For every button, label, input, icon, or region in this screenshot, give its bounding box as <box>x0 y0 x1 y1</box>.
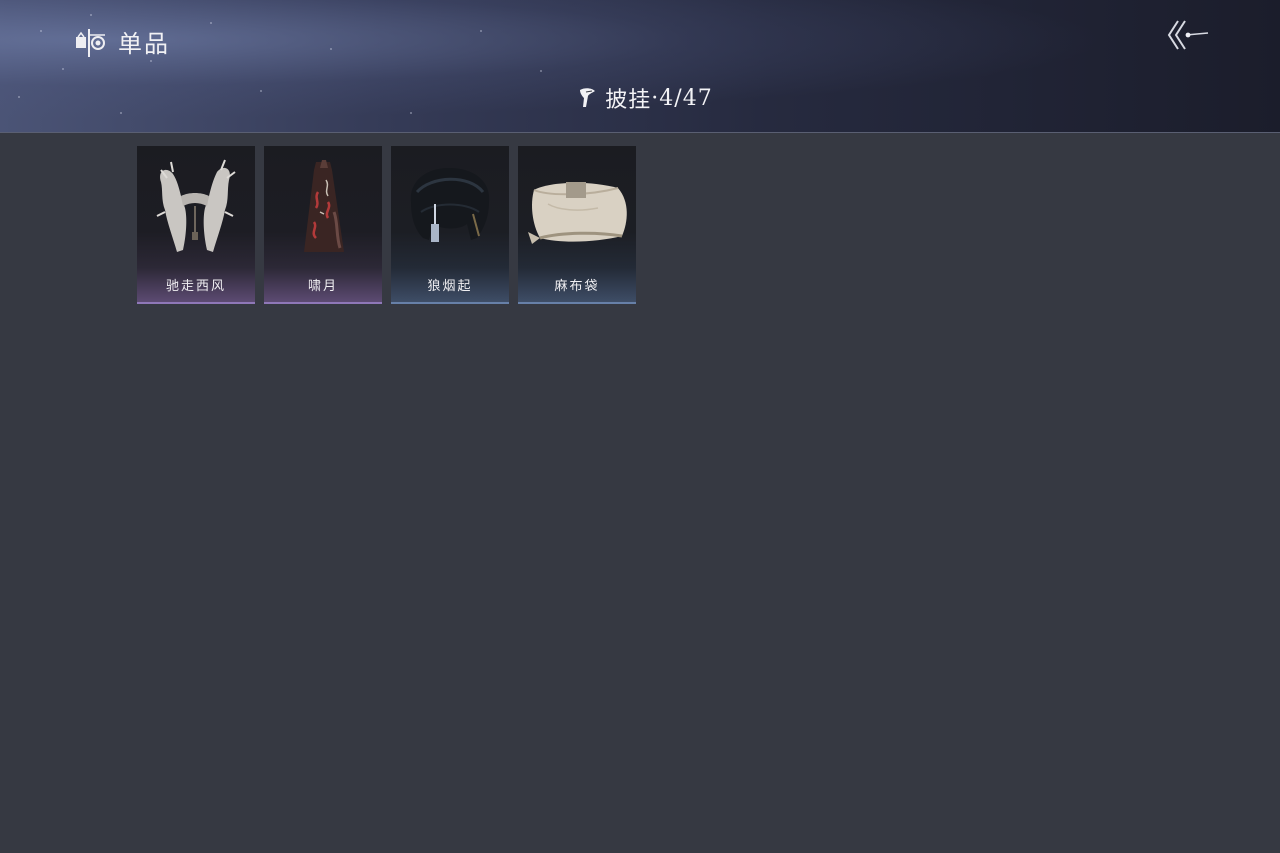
collection-count: ·4/47 <box>651 85 713 111</box>
item-name: 啸月 <box>307 279 338 294</box>
black-fur-cape-icon <box>410 168 490 242</box>
white-fur-cape-icon <box>156 159 236 252</box>
section-title: 单品 <box>118 30 170 58</box>
category-header: 披挂 ·4/47 <box>0 82 1280 114</box>
item-card[interactable]: 啸月 <box>264 146 382 304</box>
item-name: 狼烟起 <box>427 279 473 294</box>
back-arrow-icon <box>1167 20 1209 50</box>
category-label: 披挂 <box>605 88 652 113</box>
section-header: 单品 <box>74 24 170 59</box>
cape-icon <box>580 88 596 107</box>
item-name: 驰走西风 <box>165 279 226 294</box>
item-grid: 驰走西风 啸月 狼烟起 麻布袋 <box>137 146 636 304</box>
item-name: 麻布袋 <box>554 279 600 294</box>
item-card[interactable]: 驰走西风 <box>137 146 255 304</box>
burlap-sack-icon <box>528 182 627 244</box>
back-button[interactable] <box>1166 18 1210 52</box>
top-banner: 单品 披挂 ·4/47 <box>0 0 1280 133</box>
item-card[interactable]: 麻布袋 <box>518 146 636 304</box>
sticker-eye-icon <box>76 28 105 57</box>
item-card[interactable]: 狼烟起 <box>391 146 509 304</box>
red-pattern-cape-icon <box>304 160 344 252</box>
